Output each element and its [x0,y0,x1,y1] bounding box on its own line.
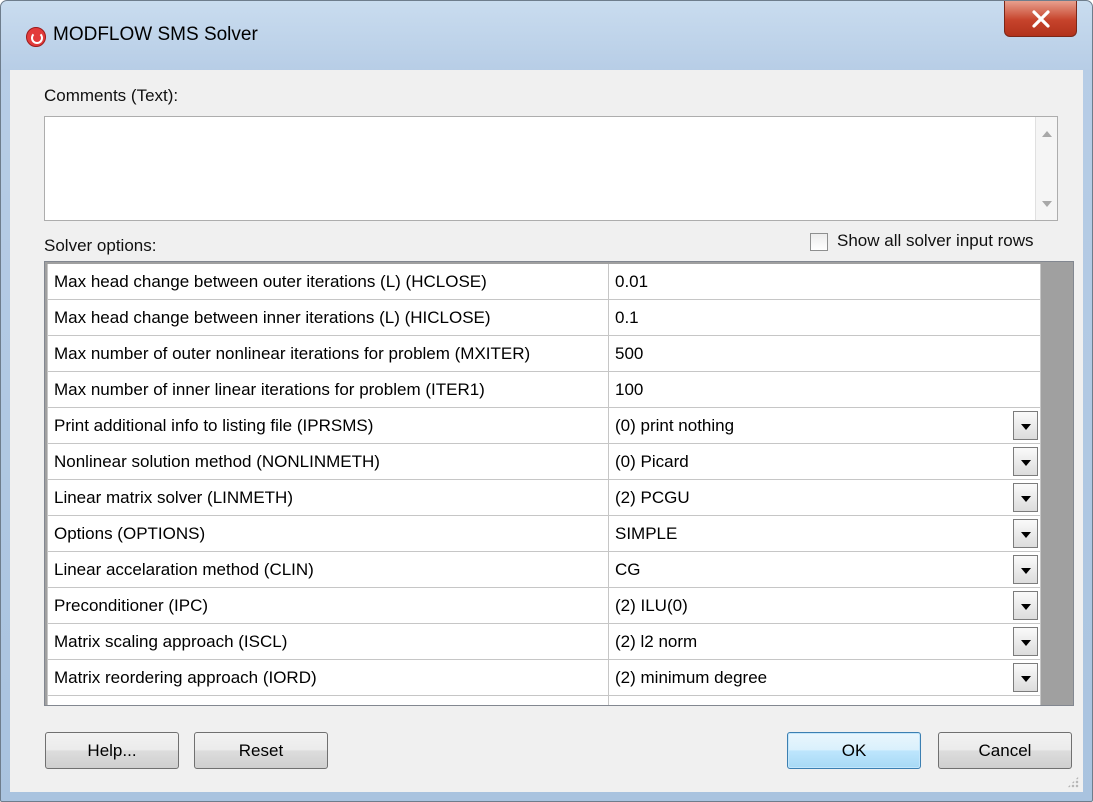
solver-options-label: Solver options: [44,236,157,255]
option-name-cell: Matrix reordering approach (IORD) [47,660,609,696]
option-value-text: 0.1 [615,308,639,327]
table-row[interactable]: Matrix scaling approach (ISCL) (2) l2 nor… [47,624,1041,660]
chevron-down-icon[interactable] [1013,411,1038,440]
reset-button[interactable]: Reset [194,732,328,769]
scroll-down-icon[interactable] [1042,201,1052,207]
table-row[interactable]: Matrix reordering approach (IORD) (2) min… [47,660,1041,696]
option-name-cell: Options (OPTIONS) [47,516,609,552]
option-name-cell: Max number of outer nonlinear iterations… [47,336,609,372]
option-value-dropdown[interactable]: (0) Picard [609,444,1041,480]
option-value-dropdown[interactable]: (2) l2 norm [609,624,1041,660]
table-row[interactable]: Max number of outer nonlinear iterations… [47,336,1041,372]
option-name-cell: Print additional info to listing file (I… [47,408,609,444]
chevron-down-icon[interactable] [1013,627,1038,656]
option-value-text: 0.0001 [615,704,667,705]
scroll-up-icon[interactable] [1042,131,1052,137]
table-row[interactable]: Preconditioner (IPC) (2) ILU(0) [47,588,1041,624]
chevron-down-icon[interactable] [1013,555,1038,584]
option-value-text: (0) print nothing [615,416,735,435]
option-value-text: 0.01 [615,272,649,291]
table-row[interactable]: Options (OPTIONS) SIMPLE [47,516,1041,552]
comments-textarea[interactable] [44,116,1058,221]
option-value-dropdown[interactable]: (2) minimum degree [609,660,1041,696]
option-name-cell: Linear accelaration method (CLIN) [47,552,609,588]
option-value-dropdown[interactable]: SIMPLE [609,516,1041,552]
ok-button[interactable]: OK [787,732,921,769]
table-row[interactable]: Print additional info to listing file (I… [47,408,1041,444]
option-name-cell: Preconditioner (IPC) [47,588,609,624]
option-name-cell: Max head change between inner iterations… [47,300,609,336]
grid-rows: Max head change between outer iterations… [47,264,1041,705]
option-value-text: (2) ILU(0) [615,596,688,615]
option-value-dropdown[interactable]: CG [609,552,1041,588]
resize-grip-icon[interactable] [1067,776,1079,788]
option-value-text: (0) Picard [615,452,689,471]
table-row[interactable]: Max head change between inner iterations… [47,300,1041,336]
option-value-text: (2) PCGU [615,488,690,507]
table-row[interactable]: Linear accelaration method (CLIN) CG [47,552,1041,588]
option-value-field[interactable]: 500 [609,336,1041,372]
option-value-text: (2) minimum degree [615,668,768,687]
show-all-rows-checkbox[interactable] [810,233,828,251]
chevron-down-icon[interactable] [1013,591,1038,620]
show-all-rows-label[interactable]: Show all solver input rows [837,231,1034,251]
option-value-field[interactable]: 0.01 [609,264,1041,300]
option-value-text: (2) l2 norm [615,632,698,651]
option-value-field[interactable]: 0.0001 [609,696,1041,705]
table-row[interactable]: Max number of inner linear iterations fo… [47,372,1041,408]
option-value-text: 100 [615,380,644,399]
solver-options-grid: Max head change between outer iterations… [44,261,1074,706]
chevron-down-icon[interactable] [1013,447,1038,476]
option-name-cell: Convergence flow residual tolerance (L^3… [47,696,609,705]
option-value-dropdown[interactable]: (2) ILU(0) [609,588,1041,624]
option-value-field[interactable]: 100 [609,372,1041,408]
table-row[interactable]: Max head change between outer iterations… [47,264,1041,300]
chevron-down-icon[interactable] [1013,663,1038,692]
window-title: MODFLOW SMS Solver [53,24,258,45]
option-name-cell: Nonlinear solution method (NONLINMETH) [47,444,609,480]
close-icon [1031,9,1050,28]
dialog-body: Comments (Text): Solver options: Show al… [10,70,1083,792]
option-value-text: SIMPLE [615,524,678,543]
dialog-window: MODFLOW SMS Solver Comments (Text): Solv… [0,0,1093,802]
option-name-cell: Max head change between outer iterations… [47,264,609,300]
comments-label: Comments (Text): [44,86,179,105]
chevron-down-icon[interactable] [1013,519,1038,548]
option-value-text: CG [615,560,641,579]
comments-scrollbar[interactable] [1035,117,1057,220]
table-row[interactable]: Nonlinear solution method (NONLINMETH) (0… [47,444,1041,480]
table-row[interactable]: Linear matrix solver (LINMETH) (2) PCGU [47,480,1041,516]
option-value-dropdown[interactable]: (2) PCGU [609,480,1041,516]
option-value-field[interactable]: 0.1 [609,300,1041,336]
option-name-cell: Matrix scaling approach (ISCL) [47,624,609,660]
chevron-down-icon[interactable] [1013,483,1038,512]
app-icon [26,27,46,47]
help-button[interactable]: Help... [45,732,179,769]
option-value-dropdown[interactable]: (0) print nothing [609,408,1041,444]
table-row[interactable]: Convergence flow residual tolerance (L^3… [47,696,1041,705]
option-name-cell: Linear matrix solver (LINMETH) [47,480,609,516]
title-bar[interactable]: MODFLOW SMS Solver [1,1,1092,71]
option-name-cell: Max number of inner linear iterations fo… [47,372,609,408]
close-button[interactable] [1004,1,1077,37]
cancel-button[interactable]: Cancel [938,732,1072,769]
option-value-text: 500 [615,344,644,363]
